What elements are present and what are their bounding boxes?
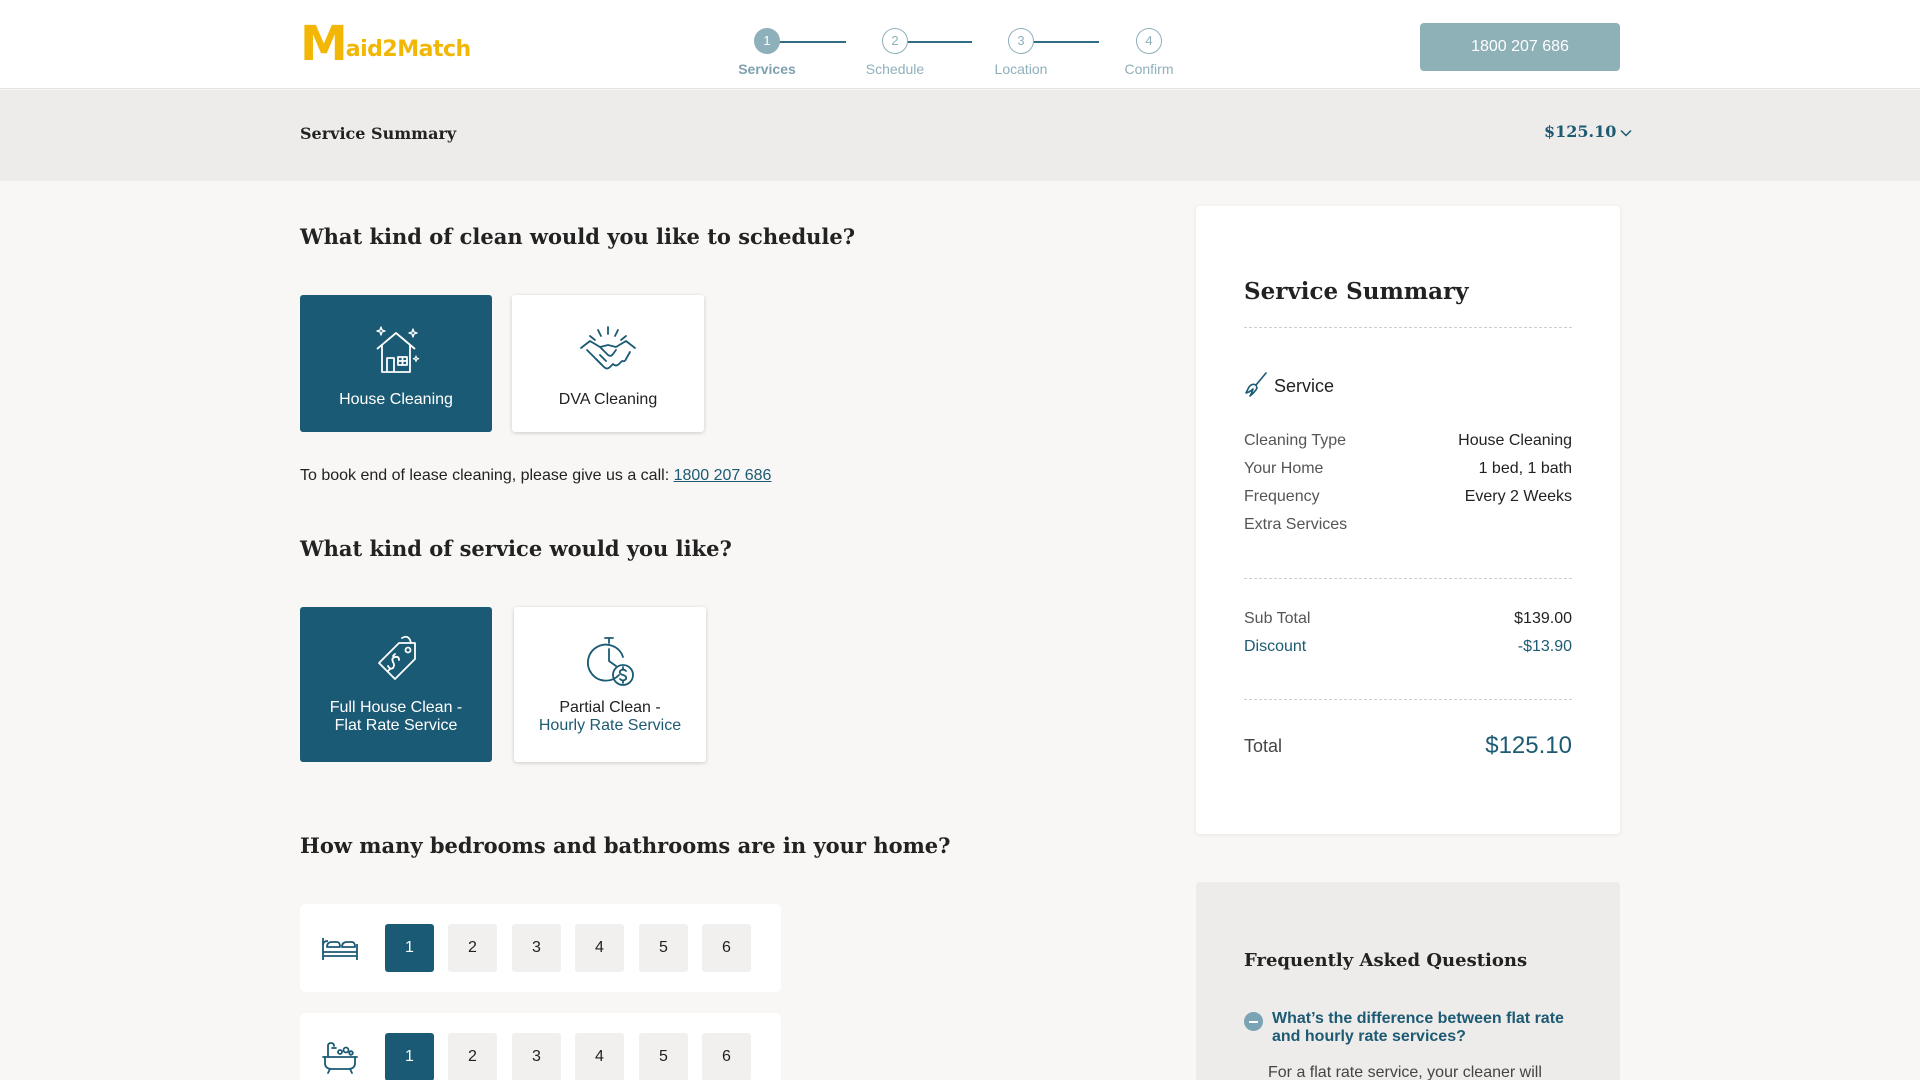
row-value: Every 2 Weeks [1464, 488, 1572, 505]
summary-row-total: Total $125.10 [1244, 732, 1572, 760]
bedroom-option-2[interactable]: 2 [448, 924, 497, 972]
step-number: 2 [882, 28, 908, 54]
bathroom-option-4[interactable]: 4 [575, 1033, 624, 1080]
rooms-heading: How many bedrooms and bathrooms are in y… [300, 833, 951, 858]
row-value: 1 bed, 1 bath [1478, 460, 1572, 477]
divider [1244, 699, 1572, 700]
summary-row-cleaning-type: Cleaning Type House Cleaning [1244, 432, 1572, 450]
divider [1244, 327, 1572, 328]
broom-icon [1245, 372, 1267, 397]
step-number: 3 [1008, 28, 1034, 54]
bedroom-option-4[interactable]: 4 [575, 924, 624, 972]
step-number: 1 [754, 28, 780, 54]
summary-row-your-home: Your Home 1 bed, 1 bath [1244, 460, 1572, 478]
house-sparkle-icon [376, 326, 420, 373]
step-confirm[interactable]: 4 Confirm [1109, 28, 1189, 77]
step-label: Services [738, 61, 796, 77]
option-dva-cleaning[interactable]: DVA Cleaning [512, 295, 704, 432]
option-label: Full House Clean - Flat Rate Service [300, 699, 492, 735]
row-key: Discount [1244, 638, 1307, 655]
row-value: -$13.90 [1517, 638, 1572, 655]
bathroom-option-6[interactable]: 6 [702, 1033, 751, 1080]
bathroom-option-3[interactable]: 3 [512, 1033, 561, 1080]
bedroom-option-3[interactable]: 3 [512, 924, 561, 972]
maid2match-logo[interactable]: Maid2Match [300, 16, 471, 72]
logo-mark: M [300, 16, 348, 72]
step-location[interactable]: 3 Location [981, 28, 1061, 77]
faq-question-toggle[interactable]: What’s the difference between flat rate … [1244, 1010, 1574, 1046]
option-label-line2: Flat Rate Service [334, 717, 458, 734]
step-services[interactable]: 1 Services [727, 28, 807, 77]
row-key: Sub Total [1244, 610, 1311, 627]
handshake-icon [580, 326, 636, 370]
bed-icon [322, 938, 358, 960]
service-label: Service [1274, 376, 1335, 396]
price-tag-icon [378, 635, 416, 680]
summary-price-value: $125.10 [1544, 122, 1617, 141]
bathtub-icon [322, 1042, 358, 1074]
bedroom-option-5[interactable]: 5 [639, 924, 688, 972]
option-label-line1: Partial Clean - [559, 699, 661, 716]
summary-bar-price[interactable]: $125.10 [1544, 122, 1632, 141]
option-label-line1: Full House Clean - [329, 699, 463, 716]
summary-row-subtotal: Sub Total $139.00 [1244, 610, 1572, 628]
row-key: Your Home [1244, 460, 1324, 477]
row-value: $139.00 [1514, 610, 1572, 627]
clean-type-heading: What kind of clean would you like to sch… [300, 224, 856, 249]
progress-stepper: 1 Services 2 Schedule 3 Location 4 Confi… [720, 28, 1180, 78]
summary-row-discount: Discount -$13.90 [1244, 638, 1572, 656]
step-schedule[interactable]: 2 Schedule [855, 28, 935, 77]
divider [1244, 578, 1572, 579]
row-key: Extra Services [1244, 516, 1348, 533]
service-summary-card: Service Summary Service Cleaning Type Ho… [1196, 206, 1620, 834]
summary-bar-title: Service Summary [300, 124, 457, 143]
summary-row-extra-services: Extra Services [1244, 516, 1572, 534]
collapse-minus-icon [1244, 1012, 1263, 1031]
call-phone-button[interactable]: 1800 207 686 [1420, 23, 1620, 71]
service-summary-bar[interactable]: Service Summary $125.10 [0, 90, 1920, 181]
option-label: House Cleaning [339, 391, 453, 408]
bathrooms-selector: 1 2 3 4 5 6 [300, 1013, 781, 1080]
bedrooms-selector: 1 2 3 4 5 6 [300, 904, 781, 992]
option-label: Partial Clean - Hourly Rate Service [514, 699, 706, 735]
option-house-cleaning[interactable]: House Cleaning [300, 295, 492, 432]
faq-answer: For a flat rate service, your cleaner wi… [1268, 1064, 1542, 1080]
option-full-house-clean[interactable]: Full House Clean - Flat Rate Service [300, 607, 492, 762]
row-value: $125.10 [1485, 732, 1572, 759]
top-header: Maid2Match 1 Services 2 Schedule 3 Locat… [0, 0, 1920, 89]
step-number: 4 [1136, 28, 1162, 54]
bathroom-option-5[interactable]: 5 [639, 1033, 688, 1080]
row-key: Total [1244, 736, 1283, 756]
faq-title: Frequently Asked Questions [1244, 950, 1528, 971]
step-label: Schedule [865, 61, 925, 77]
faq-panel: Frequently Asked Questions What’s the di… [1196, 882, 1620, 1080]
bedroom-option-1[interactable]: 1 [385, 924, 434, 972]
row-key: Frequency [1244, 488, 1320, 505]
bedroom-option-6[interactable]: 6 [702, 924, 751, 972]
option-label-line2: Hourly Rate Service [538, 717, 682, 734]
end-of-lease-note: To book end of lease cleaning, please gi… [300, 467, 771, 485]
faq-question: What’s the difference between flat rate … [1272, 1010, 1564, 1045]
row-key: Cleaning Type [1244, 432, 1346, 449]
summary-row-frequency: Frequency Every 2 Weeks [1244, 488, 1572, 506]
bathroom-option-1[interactable]: 1 [385, 1033, 434, 1080]
lease-note-text: To book end of lease cleaning, please gi… [300, 467, 674, 484]
chevron-down-icon [1620, 129, 1632, 137]
option-partial-clean[interactable]: Partial Clean - Hourly Rate Service [514, 607, 706, 762]
summary-card-title: Service Summary [1244, 278, 1469, 305]
row-value: House Cleaning [1458, 432, 1572, 449]
stopwatch-dollar-icon [587, 637, 634, 686]
step-label: Confirm [1124, 61, 1174, 77]
step-label: Location [994, 61, 1048, 77]
lease-phone-link[interactable]: 1800 207 686 [674, 467, 772, 484]
service-type-heading: What kind of service would you like? [300, 536, 732, 561]
logo-text: aid2Match [345, 37, 471, 62]
option-label: DVA Cleaning [558, 391, 658, 408]
bathroom-option-2[interactable]: 2 [448, 1033, 497, 1080]
service-section-header: Service [1244, 371, 1334, 397]
